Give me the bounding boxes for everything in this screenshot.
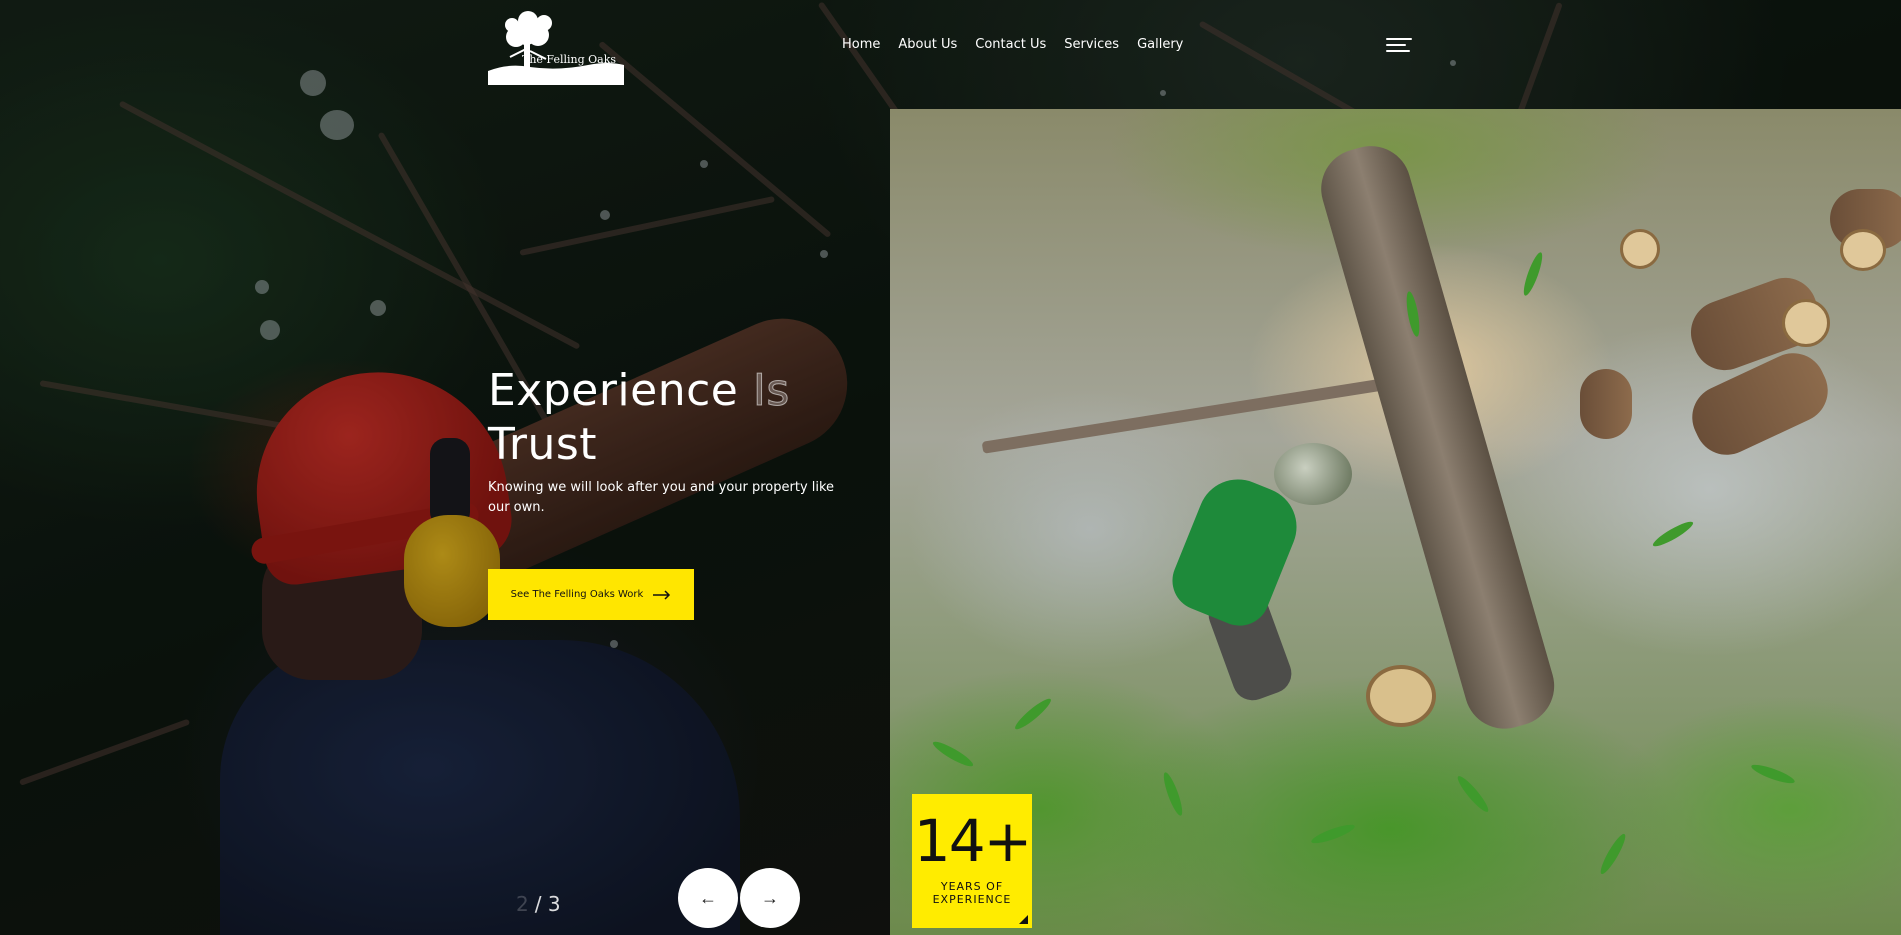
tree-felling-photo — [890, 109, 1901, 935]
experience-badge: 14+ YEARS OF EXPERIENCE — [912, 794, 1032, 928]
site-logo[interactable]: The Felling Oaks — [488, 9, 624, 85]
arrow-left-icon: ← — [699, 887, 717, 908]
hamburger-menu-icon[interactable] — [1386, 38, 1412, 56]
see-work-button-label: See The Felling Oaks Work — [510, 589, 644, 600]
slide-total: 3 — [547, 892, 561, 916]
logo-text: The Felling Oaks — [522, 53, 616, 66]
hero-title-word-1: Experience — [488, 365, 739, 416]
hero-title-word-2: Is — [752, 365, 790, 417]
oak-tree-icon: The Felling Oaks — [488, 11, 624, 85]
badge-corner-decoration — [1019, 915, 1028, 924]
hero-title-word-3: Trust — [488, 419, 598, 470]
see-work-button[interactable]: See The Felling Oaks Work — [488, 569, 694, 620]
nav-item-gallery[interactable]: Gallery — [1137, 37, 1183, 52]
long-arrow-right-icon — [653, 589, 671, 600]
nav-item-home[interactable]: Home — [842, 37, 880, 52]
arrow-right-icon: → — [761, 887, 779, 908]
next-slide-button[interactable]: → — [740, 868, 800, 928]
prev-slide-button[interactable]: ← — [678, 868, 738, 928]
hero-title: Experience Is Trust — [488, 364, 908, 472]
experience-label-line-2: EXPERIENCE — [932, 893, 1012, 906]
main-nav: Home About Us Contact Us Services Galler… — [842, 37, 1183, 52]
experience-label-line-1: YEARS OF — [940, 880, 1004, 893]
nav-item-contact-us[interactable]: Contact Us — [975, 37, 1046, 52]
slide-counter: 2/ 3 — [516, 892, 561, 916]
slide-current: 2 — [516, 892, 529, 916]
slide-separator: / — [534, 892, 542, 916]
nav-item-services[interactable]: Services — [1064, 37, 1119, 52]
nav-item-about-us[interactable]: About Us — [898, 37, 957, 52]
experience-years: 14+ — [913, 807, 1032, 875]
hero-subtitle: Knowing we will look after you and your … — [488, 480, 835, 515]
